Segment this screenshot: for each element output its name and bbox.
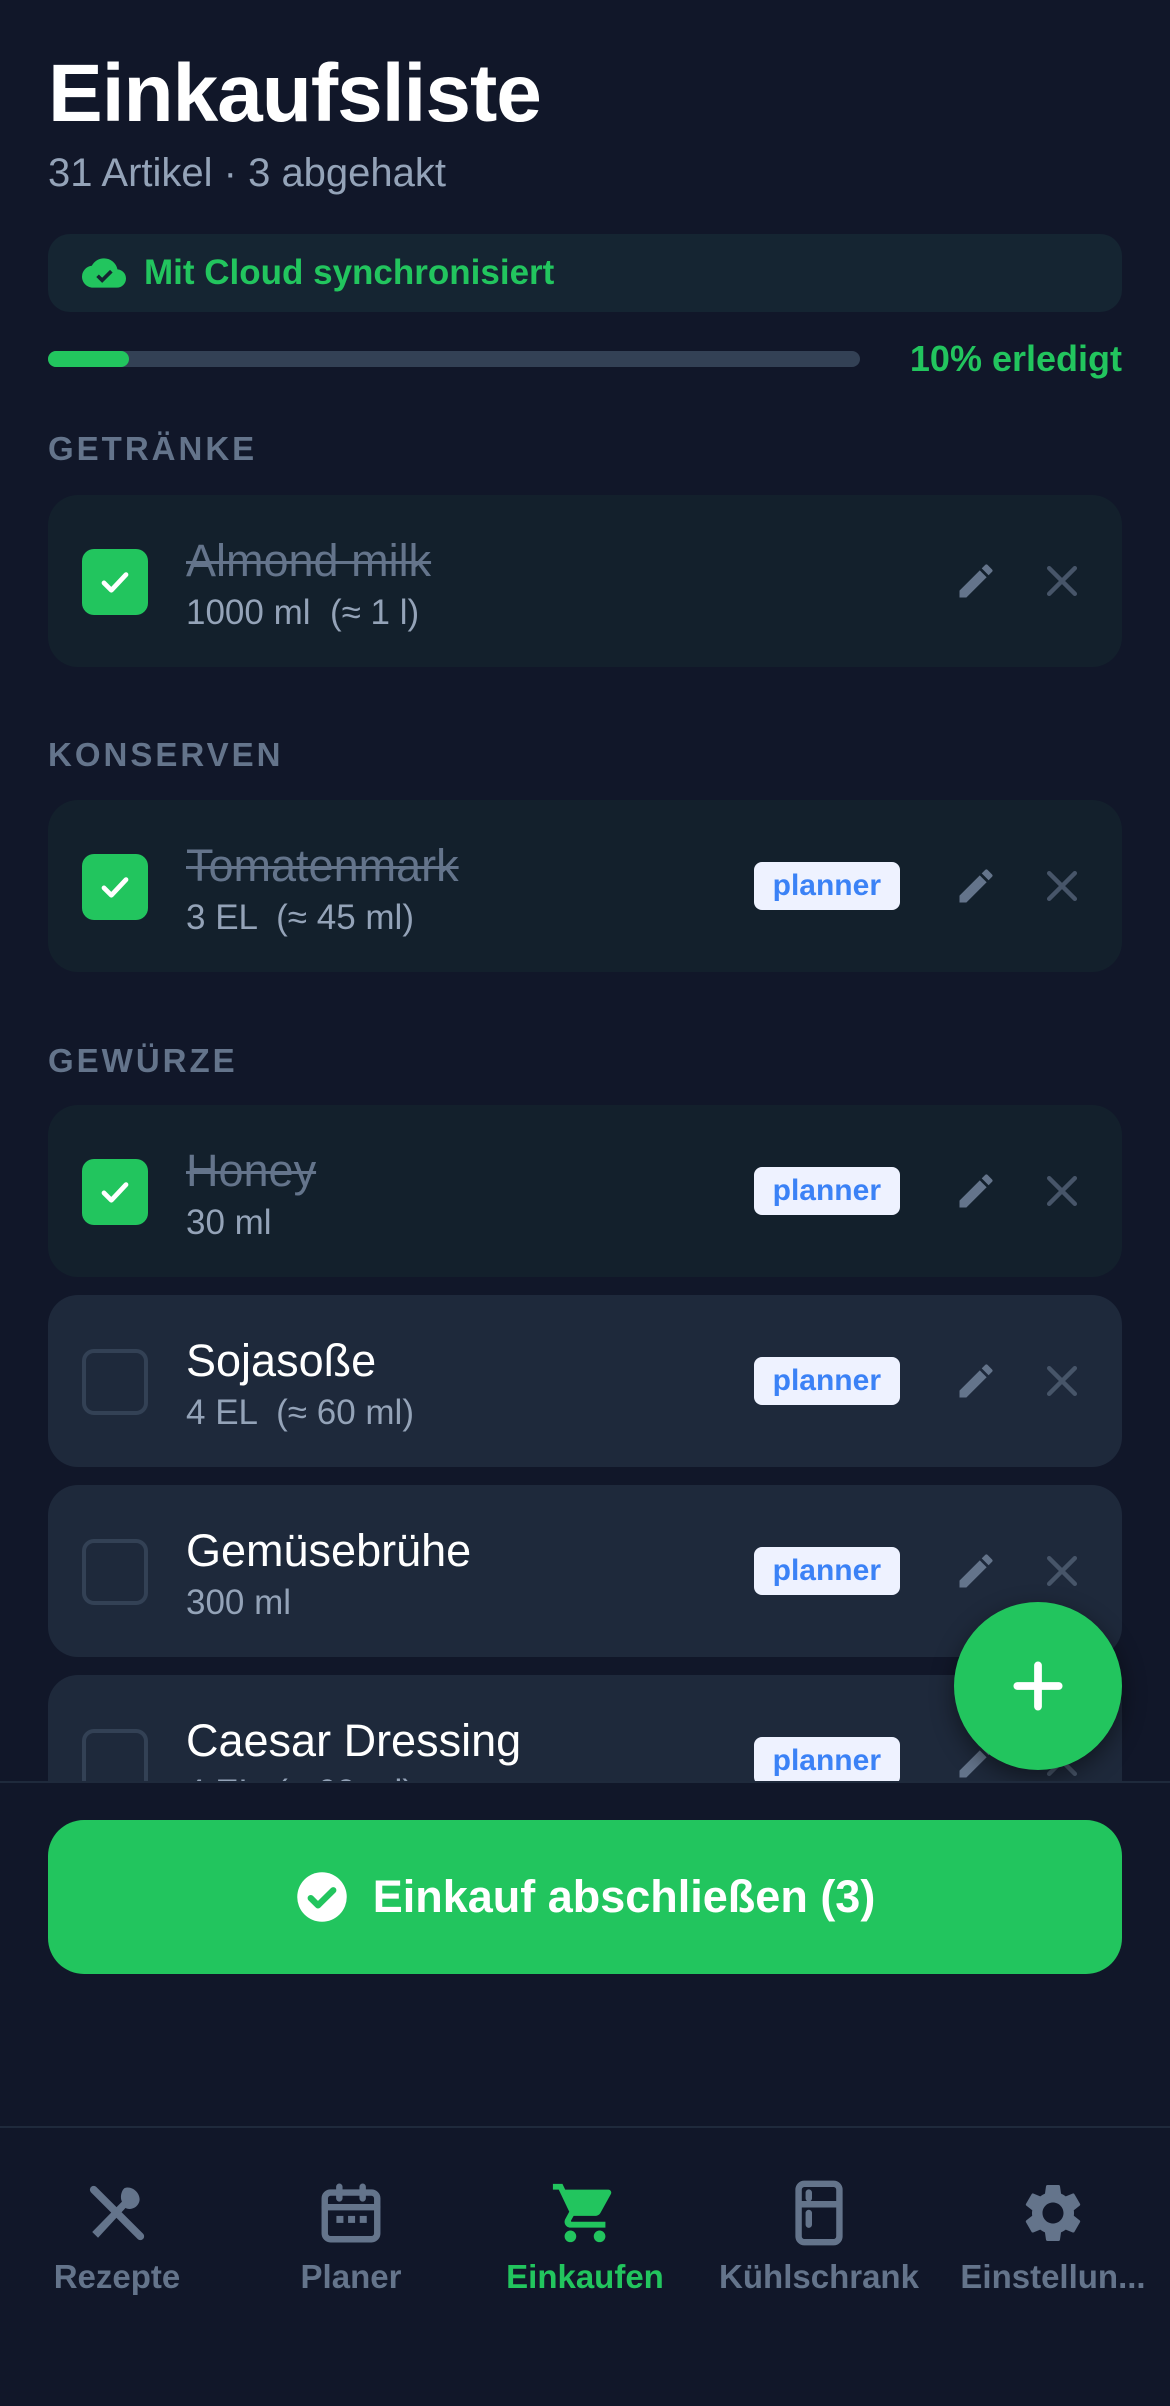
- pencil-icon[interactable]: [954, 1169, 998, 1213]
- progress-bar-fill: [48, 351, 130, 367]
- checkmark-icon: [101, 572, 129, 593]
- pencil-icon[interactable]: [954, 1549, 998, 1593]
- planner-badge: planner: [753, 1737, 900, 1781]
- bottom-navigation: Rezepte Planer Einkaufen Kühlschrank Ein…: [0, 2128, 1170, 2406]
- gear-icon: [1025, 2185, 1081, 2241]
- list-item[interactable]: Tomatenmark 3 EL (≈ 45 ml) planner: [48, 800, 1122, 972]
- nav-label: Rezepte: [53, 2258, 181, 2295]
- fridge-icon: [795, 2180, 843, 2246]
- item-checkbox[interactable]: [82, 1159, 148, 1225]
- fork-knife-icon: [89, 2185, 145, 2241]
- item-name: Sojasoße: [186, 1335, 377, 1386]
- planner-badge: planner: [753, 1547, 900, 1595]
- item-quantity: 4 EL (≈ 60 ml): [186, 1393, 414, 1432]
- close-icon[interactable]: [1040, 1169, 1084, 1213]
- checkmark-icon: [101, 1182, 129, 1203]
- page-title: Einkaufsliste: [48, 48, 542, 139]
- calendar-icon: [321, 2183, 381, 2243]
- item-quantity: 4 EL (≈ 60 ml): [186, 1771, 414, 1781]
- scroll-content[interactable]: Einkaufsliste 31 Artikel · 3 abgehakt Mi…: [0, 0, 1170, 1781]
- sync-status-label: Mit Cloud synchronisiert: [144, 253, 555, 292]
- add-item-button[interactable]: [954, 1602, 1122, 1770]
- nav-item-kuehlschrank[interactable]: Kühlschrank: [702, 2128, 936, 2406]
- item-name: Caesar Dressing: [186, 1715, 522, 1766]
- close-icon[interactable]: [1040, 864, 1084, 908]
- pencil-icon[interactable]: [954, 864, 998, 908]
- close-icon[interactable]: [1040, 1359, 1084, 1403]
- item-quantity: 30 ml: [186, 1203, 272, 1242]
- item-name: Tomatenmark: [186, 840, 459, 891]
- nav-label: Einkaufen: [506, 2258, 664, 2295]
- item-name: Gemüsebrühe: [186, 1525, 472, 1576]
- check-circle-icon: [296, 1872, 347, 1922]
- item-checkbox[interactable]: [82, 1539, 148, 1605]
- finish-shopping-label: Einkauf abschließen (3): [372, 1871, 876, 1922]
- nav-label: Einstellun...: [960, 2258, 1146, 2295]
- item-count-summary: 31 Artikel · 3 abgehakt: [48, 151, 447, 195]
- item-checkbox[interactable]: [82, 1729, 148, 1781]
- section-header-gewuerze: GEWÜRZE: [48, 1042, 238, 1079]
- plus-icon: [1013, 1661, 1063, 1711]
- section-header-getraenke: GETRÄNKE: [48, 430, 258, 467]
- progress-bar: [48, 351, 860, 367]
- section-header-konserven: KONSERVEN: [48, 736, 284, 773]
- planner-badge: planner: [753, 1357, 900, 1405]
- cart-icon: [552, 2183, 612, 2243]
- nav-label: Planer: [300, 2258, 402, 2295]
- list-item[interactable]: Almond milk 1000 ml (≈ 1 l): [48, 495, 1122, 667]
- nav-label: Kühlschrank: [719, 2258, 919, 2295]
- cloud-check-icon: [82, 258, 126, 288]
- planner-badge: planner: [753, 862, 900, 910]
- list-item[interactable]: Sojasoße 4 EL (≈ 60 ml) planner: [48, 1295, 1122, 1467]
- nav-item-einstellungen[interactable]: Einstellun...: [936, 2128, 1170, 2406]
- list-item[interactable]: Honey 30 ml planner: [48, 1105, 1122, 1277]
- item-name: Almond milk: [186, 535, 432, 586]
- nav-item-rezepte[interactable]: Rezepte: [0, 2128, 234, 2406]
- item-quantity: 1000 ml (≈ 1 l): [186, 593, 420, 632]
- item-name: Honey: [186, 1145, 317, 1196]
- finish-shopping-button[interactable]: Einkauf abschließen (3): [48, 1820, 1122, 1974]
- close-icon[interactable]: [1040, 1549, 1084, 1593]
- item-quantity: 300 ml: [186, 1583, 292, 1622]
- pencil-icon[interactable]: [954, 1359, 998, 1403]
- sync-status-banner: Mit Cloud synchronisiert: [48, 234, 1122, 312]
- shopping-list-screen: Einkaufsliste 31 Artikel · 3 abgehakt Mi…: [0, 0, 1170, 2406]
- item-checkbox[interactable]: [82, 549, 148, 615]
- footer-divider: [0, 1781, 1170, 1783]
- item-checkbox[interactable]: [82, 854, 148, 920]
- nav-item-planer[interactable]: Planer: [234, 2128, 468, 2406]
- progress-label: 10% erledigt: [909, 338, 1122, 379]
- checkmark-icon: [101, 877, 129, 898]
- close-icon[interactable]: [1040, 559, 1084, 603]
- item-quantity: 3 EL (≈ 45 ml): [186, 898, 414, 937]
- pencil-icon[interactable]: [954, 559, 998, 603]
- item-checkbox[interactable]: [82, 1349, 148, 1415]
- planner-badge: planner: [753, 1167, 900, 1215]
- nav-item-einkaufen[interactable]: Einkaufen: [468, 2128, 702, 2406]
- list-item[interactable]: Gemüsebrühe 300 ml planner: [48, 1485, 1122, 1657]
